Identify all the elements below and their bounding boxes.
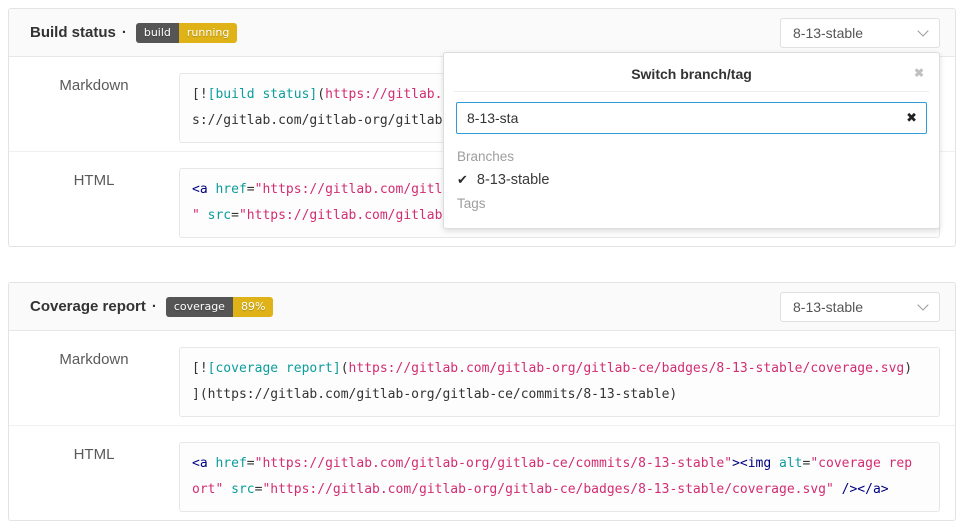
title-separator: · (152, 298, 157, 315)
divider (454, 91, 929, 92)
row-label: Markdown (9, 73, 179, 143)
title-separator: · (122, 24, 127, 41)
card-header: Build status · build running 8-13-stable (9, 9, 955, 57)
branch-selector-value: 8-13-stable (793, 299, 863, 315)
clear-input-icon[interactable]: ✖ (906, 110, 917, 126)
badge-value: running (179, 23, 237, 43)
coverage-badge: coverage 89% (166, 297, 274, 317)
badge-key: coverage (166, 297, 233, 317)
branch-search-input[interactable] (456, 102, 927, 134)
row-label: HTML (9, 442, 179, 512)
html-row: HTML <a href="https://gitlab.com/gitlab-… (9, 426, 955, 520)
row-label: HTML (9, 168, 179, 238)
build-status-badge: build running (136, 23, 238, 43)
check-icon: ✔ (457, 172, 468, 188)
switch-branch-popup: Switch branch/tag ✖ ✖ Branches ✔ 8-13-st… (443, 52, 940, 229)
branch-selector-value: 8-13-stable (793, 25, 863, 41)
chevron-down-icon (917, 25, 928, 36)
coverage-report-card: Coverage report · coverage 89% 8-13-stab… (8, 282, 956, 521)
card-title: Coverage report (30, 298, 146, 315)
branch-search: ✖ (456, 102, 927, 134)
chevron-down-icon (917, 299, 928, 310)
close-icon[interactable]: ✖ (914, 66, 924, 80)
branch-selector-button[interactable]: 8-13-stable (780, 18, 940, 48)
badge-value: 89% (233, 297, 273, 317)
badge-key: build (136, 23, 179, 43)
popup-header: Switch branch/tag ✖ (444, 53, 939, 91)
popup-title: Switch branch/tag (631, 66, 752, 82)
card-header: Coverage report · coverage 89% 8-13-stab… (9, 283, 955, 331)
tags-section-heading: Tags (444, 194, 939, 215)
card-title: Build status (30, 24, 116, 41)
markdown-row: Markdown [![coverage report](https://git… (9, 331, 955, 426)
row-label: Markdown (9, 347, 179, 417)
branch-item[interactable]: ✔ 8-13-stable (444, 168, 939, 194)
badges-page: Build status · build running 8-13-stable… (0, 0, 964, 523)
branches-section-heading: Branches (444, 147, 939, 168)
branch-item-label: 8-13-stable (477, 172, 550, 188)
code-well: <a href="https://gitlab.com/gitlab-org/g… (179, 442, 940, 512)
branch-selector-button[interactable]: 8-13-stable (780, 292, 940, 322)
html-code-block: <a href="https://gitlab.com/gitlab-org/g… (192, 451, 927, 503)
code-well: [![coverage report](https://gitlab.com/g… (179, 347, 940, 417)
markdown-code-block: [![coverage report](https://gitlab.com/g… (192, 356, 927, 408)
